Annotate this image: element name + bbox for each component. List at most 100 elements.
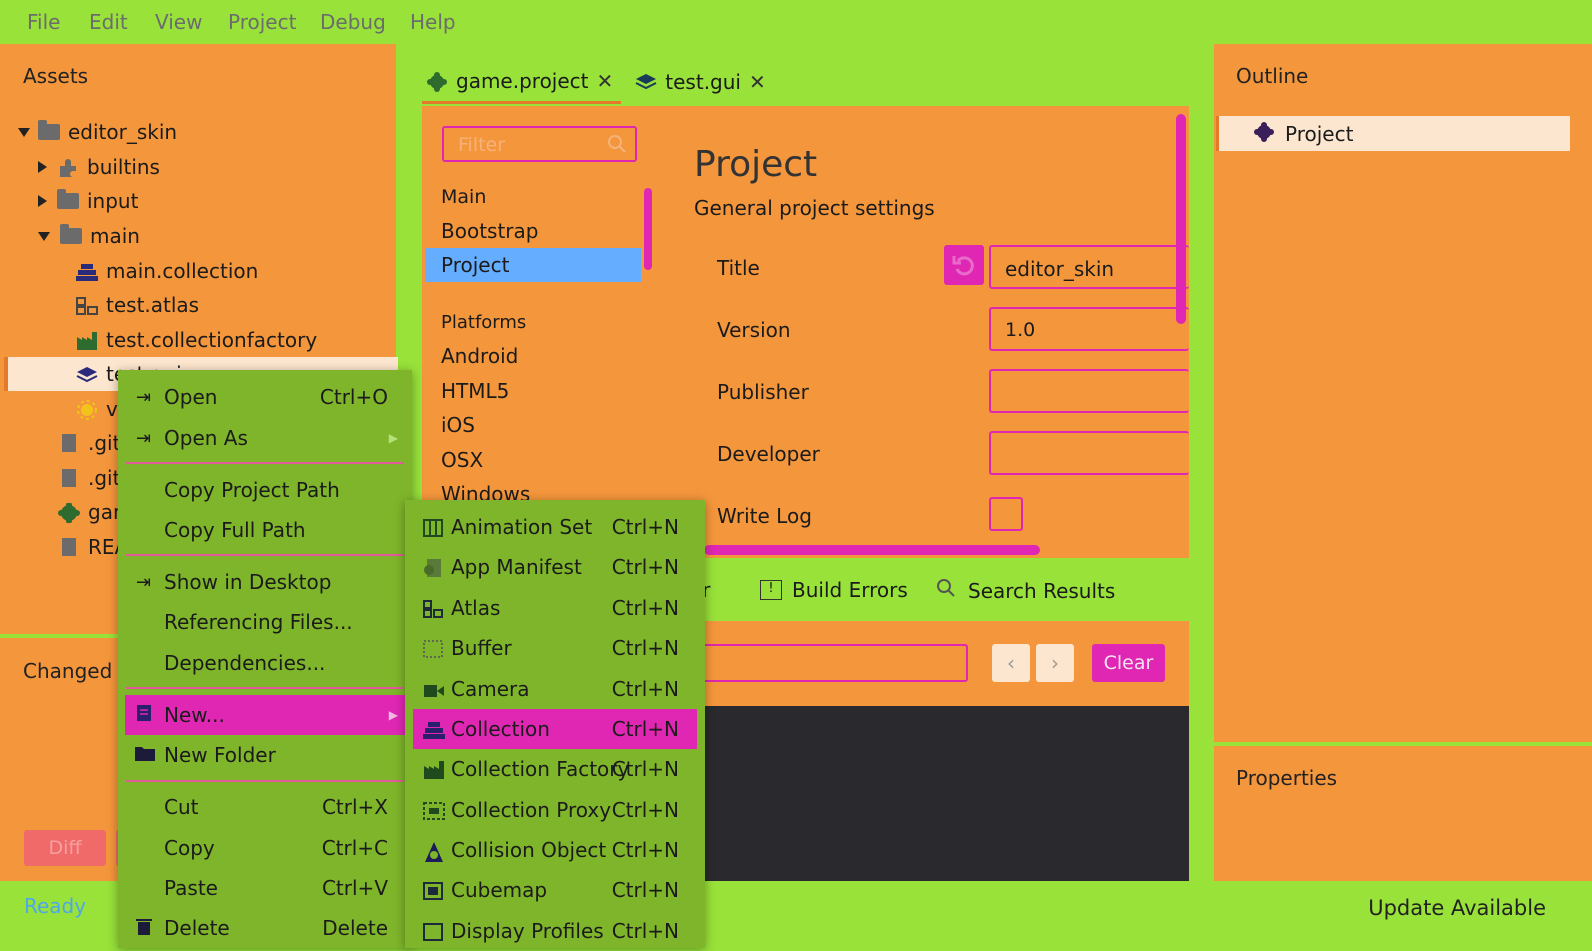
- developer-field[interactable]: [989, 431, 1189, 475]
- menu-item-new[interactable]: New... ▶: [125, 695, 405, 735]
- search-icon: [936, 578, 956, 603]
- menu-view[interactable]: View: [155, 10, 202, 34]
- menu-item-buffer[interactable]: Buffer Ctrl+N: [405, 628, 705, 668]
- tree-item-editor-skin[interactable]: editor_skin: [18, 115, 177, 149]
- menu-item-collision-object[interactable]: Collision Object Ctrl+N: [405, 830, 705, 870]
- version-field[interactable]: 1.0: [989, 307, 1189, 351]
- tree-item-builtins[interactable]: builtins: [38, 150, 160, 184]
- close-icon[interactable]: ✕: [749, 70, 766, 94]
- menu-item-atlas[interactable]: Atlas Ctrl+N: [405, 588, 705, 628]
- menu-item-open-as[interactable]: ⇥ Open As ▶: [118, 418, 412, 458]
- menu-item-display-profiles[interactable]: Display Profiles Ctrl+N: [405, 911, 705, 951]
- open-icon: ⇥: [136, 427, 152, 449]
- menu-debug[interactable]: Debug: [320, 10, 386, 34]
- menu-separator: [126, 462, 404, 464]
- collection-icon: [76, 262, 98, 281]
- tree-item-label: main.collection: [106, 259, 259, 283]
- nav-osx[interactable]: OSX: [441, 448, 483, 472]
- diff-button[interactable]: Diff: [24, 830, 106, 866]
- console-output[interactable]: [690, 706, 1189, 881]
- tab-test-gui[interactable]: test.gui ✕: [621, 60, 773, 104]
- menu-item-copy-full-path[interactable]: Copy Full Path: [118, 510, 412, 550]
- menu-item-shortcut: Ctrl+N: [611, 596, 679, 620]
- version-label: Version: [717, 318, 791, 342]
- tab-search-results[interactable]: Search Results: [936, 578, 1115, 603]
- tree-item-label: builtins: [87, 155, 160, 179]
- menu-item-camera[interactable]: Camera Ctrl+N: [405, 669, 705, 709]
- menu-item-collection-factory[interactable]: Collection Factory Ctrl+N: [405, 749, 705, 789]
- menu-item-dependencies[interactable]: Dependencies...: [118, 643, 412, 683]
- menu-item-collection-proxy[interactable]: Collection Proxy Ctrl+N: [405, 790, 705, 830]
- folder-icon: [38, 120, 60, 140]
- new-file-icon: [136, 703, 152, 727]
- tree-item-input[interactable]: input: [38, 184, 138, 218]
- menu-item-animation-set[interactable]: Animation Set Ctrl+N: [405, 507, 705, 547]
- folder-icon: [57, 189, 79, 209]
- settings-subheading: General project settings: [694, 196, 935, 220]
- horizontal-scrollbar[interactable]: [704, 545, 1040, 555]
- gear-icon: [1253, 121, 1275, 146]
- menu-file[interactable]: File: [27, 10, 60, 34]
- publisher-field[interactable]: [989, 369, 1189, 413]
- write-log-checkbox[interactable]: [989, 497, 1023, 531]
- camera-icon: [423, 680, 444, 698]
- menu-item-show-in-desktop[interactable]: ⇥ Show in Desktop: [118, 562, 412, 602]
- reset-button[interactable]: [944, 245, 984, 285]
- next-button[interactable]: ›: [1036, 644, 1074, 682]
- update-available-link[interactable]: Update Available: [1368, 896, 1546, 920]
- tree-item-main-collection[interactable]: main.collection: [76, 254, 258, 288]
- nav-bootstrap[interactable]: Bootstrap: [441, 219, 538, 243]
- display-icon: [423, 922, 443, 941]
- filter-input[interactable]: Filter: [442, 126, 637, 162]
- nav-project-selected[interactable]: Project: [425, 248, 641, 282]
- menu-item-label: Cubemap: [451, 878, 548, 902]
- tree-item-test-atlas[interactable]: test.atlas: [76, 288, 199, 322]
- menu-item-shortcut: Ctrl+N: [611, 838, 679, 862]
- menu-help[interactable]: Help: [410, 10, 456, 34]
- menu-item-paste[interactable]: Paste Ctrl+V: [118, 868, 412, 908]
- tree-item-test-collectionfactory[interactable]: test.collectionfactory: [76, 323, 317, 357]
- nav-html5[interactable]: HTML5: [441, 379, 509, 403]
- tab-build-errors[interactable]: ! Build Errors: [760, 578, 908, 602]
- write-log-label: Write Log: [717, 504, 812, 528]
- console-search-input[interactable]: [680, 644, 968, 682]
- expand-down-icon[interactable]: [38, 231, 50, 241]
- menu-item-label: Copy Project Path: [164, 478, 340, 502]
- menu-edit[interactable]: Edit: [89, 10, 128, 34]
- menu-item-app-manifest[interactable]: App Manifest Ctrl+N: [405, 547, 705, 587]
- menu-item-referencing-files[interactable]: Referencing Files...: [118, 602, 412, 642]
- nav-android[interactable]: Android: [441, 344, 518, 368]
- trash-icon: [136, 916, 152, 940]
- menu-item-shortcut: Ctrl+N: [611, 717, 679, 741]
- close-icon[interactable]: ✕: [597, 69, 614, 93]
- menu-item-collection[interactable]: Collection Ctrl+N: [413, 709, 697, 749]
- menu-item-delete[interactable]: Delete Delete: [118, 908, 412, 948]
- tree-item-main[interactable]: main: [38, 219, 140, 253]
- nav-scrollbar[interactable]: [644, 188, 652, 270]
- clear-button[interactable]: Clear: [1092, 644, 1165, 682]
- title-field[interactable]: editor_skin: [989, 245, 1189, 289]
- chevron-left-icon: ‹: [1007, 651, 1015, 675]
- expand-right-icon[interactable]: [38, 161, 47, 173]
- outline-item-project[interactable]: Project: [1216, 116, 1570, 151]
- menu-item-copy-project-path[interactable]: Copy Project Path: [118, 470, 412, 510]
- menu-item-new-folder[interactable]: New Folder: [118, 735, 412, 775]
- nav-ios[interactable]: iOS: [441, 413, 475, 437]
- menu-item-cubemap[interactable]: Cubemap Ctrl+N: [405, 870, 705, 910]
- menu-project[interactable]: Project: [228, 10, 296, 34]
- menu-item-cut[interactable]: Cut Ctrl+X: [118, 787, 412, 827]
- menu-item-label: Cut: [164, 795, 199, 819]
- nav-main[interactable]: Main: [441, 186, 486, 208]
- previous-button[interactable]: ‹: [992, 644, 1030, 682]
- menu-bar: File Edit View Project Debug Help: [0, 0, 1592, 44]
- menu-item-label: Paste: [164, 876, 218, 900]
- new-submenu: Animation Set Ctrl+N App Manifest Ctrl+N…: [405, 500, 705, 948]
- expand-down-icon[interactable]: [18, 127, 30, 137]
- tab-game-project[interactable]: game.project ✕: [422, 60, 622, 104]
- vertical-scrollbar[interactable]: [1176, 114, 1186, 324]
- expand-right-icon[interactable]: [38, 195, 47, 207]
- menu-item-open[interactable]: ⇥ Open Ctrl+O: [118, 377, 412, 417]
- factory-icon: [423, 760, 444, 779]
- platforms-heading: Platforms: [441, 312, 527, 333]
- menu-item-copy[interactable]: Copy Ctrl+C: [118, 828, 412, 868]
